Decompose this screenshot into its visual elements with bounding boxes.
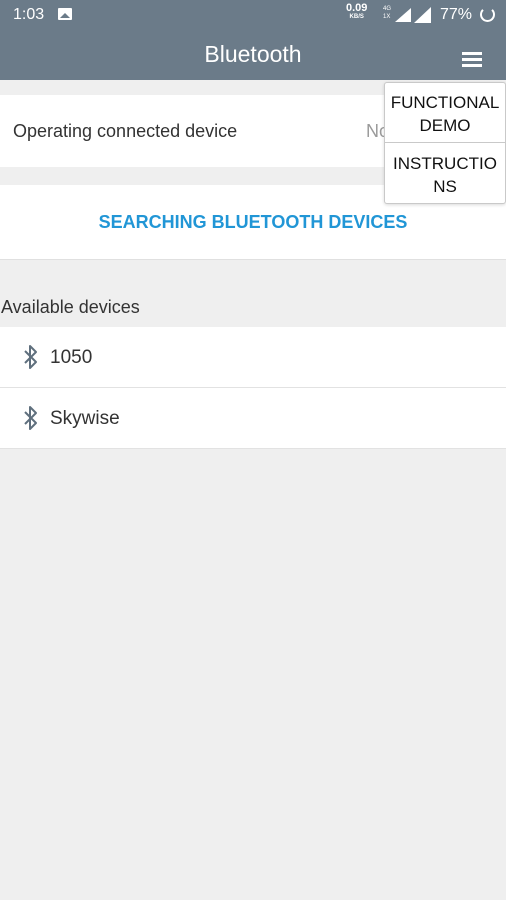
list-item[interactable]: Skywise — [0, 388, 506, 449]
status-time: 1:03 — [13, 6, 45, 23]
menu-divider — [385, 142, 505, 143]
net-speed: 0.09 KB/S — [346, 3, 367, 21]
connected-device-label: Operating connected device — [13, 121, 238, 141]
list-item[interactable]: 1050 — [0, 327, 506, 388]
network-type-top: 4G — [383, 6, 392, 12]
page-title: Bluetooth — [204, 41, 302, 67]
net-speed-unit: KB/S — [349, 14, 364, 20]
device-list: 1050 Skywise — [0, 327, 506, 449]
device-name: Skywise — [50, 408, 120, 429]
menu-item-line: INSTRUCTIO — [393, 154, 497, 173]
network-type: 4G 1X — [383, 5, 391, 21]
status-bar: 1:03 0.09 KB/S 4G 1X 77% — [0, 0, 506, 30]
device-name: 1050 — [50, 347, 93, 368]
battery-level: 77% — [440, 6, 473, 23]
app-bar: Bluetooth — [0, 30, 506, 80]
bluetooth-icon — [24, 406, 37, 430]
image-icon — [58, 8, 72, 20]
available-devices-header: Available devices — [1, 297, 140, 317]
signal-icon — [395, 8, 411, 22]
network-type-bottom: 1X — [383, 14, 391, 20]
bluetooth-icon — [24, 345, 37, 369]
overflow-menu: FUNCTIONAL DEMO INSTRUCTIO NS — [384, 82, 506, 204]
menu-item-functional-demo[interactable]: FUNCTIONAL DEMO — [385, 91, 505, 137]
menu-icon[interactable] — [462, 52, 482, 68]
menu-item-line: NS — [433, 177, 457, 196]
menu-item-line: FUNCTIONAL — [390, 93, 500, 112]
signal-icon — [414, 7, 431, 23]
menu-item-instructions[interactable]: INSTRUCTIO NS — [385, 152, 505, 198]
menu-item-line: DEMO — [419, 116, 471, 135]
battery-ring-icon — [480, 7, 495, 22]
